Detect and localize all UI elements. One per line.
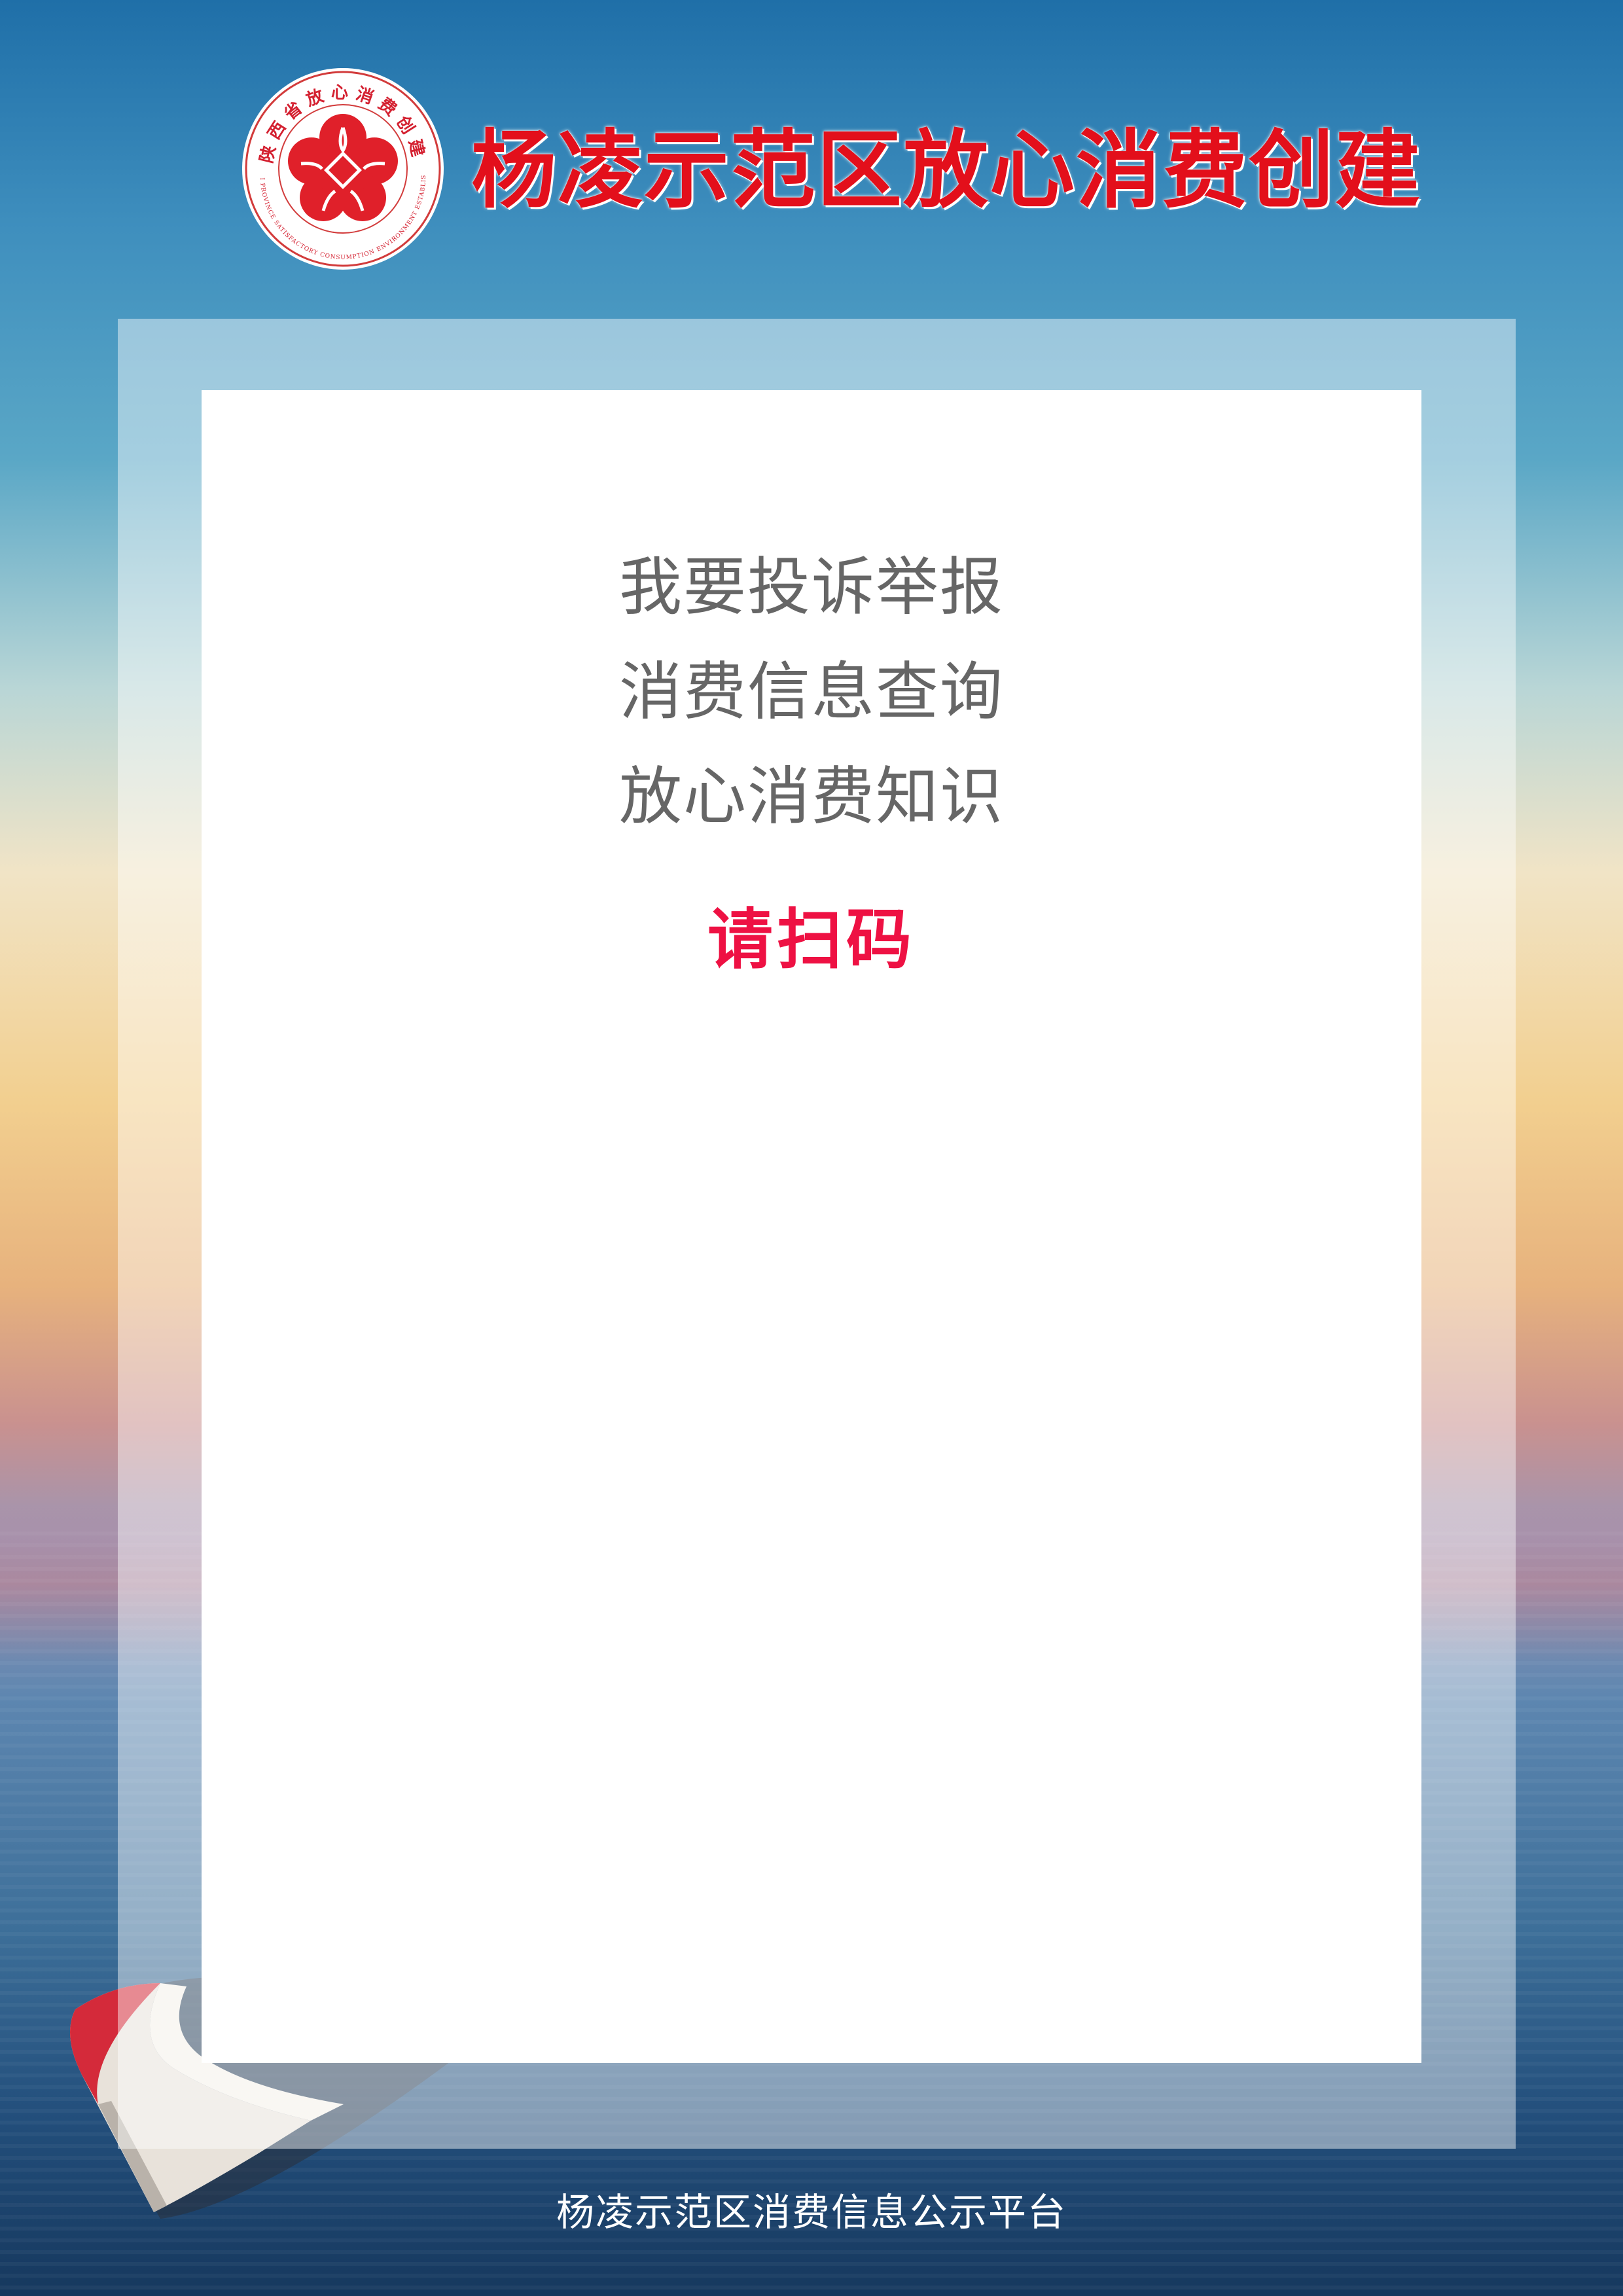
menu-item-knowledge: 放心消费知识 [619,760,1004,833]
menu-item-complaint: 我要投诉举报 [619,550,1004,624]
page-title: 杨凌示范区放心消费创建 [471,120,1422,220]
logo-emblem-icon: 陕西省放心消费创建 SHAANXI PROVINCE SATISFACTORY … [240,65,444,270]
scan-prompt: 请扫码 [707,901,916,978]
menu-item-info-query: 消费信息查询 [619,655,1004,728]
content-panel: 我要投诉举报 消费信息查询 放心消费知识 请扫码 [202,390,1421,2063]
qr-code-placeholder[interactable] [550,1097,1073,1621]
footer-text: 杨凌示范区消费信息公示平台 [556,2190,1067,2234]
